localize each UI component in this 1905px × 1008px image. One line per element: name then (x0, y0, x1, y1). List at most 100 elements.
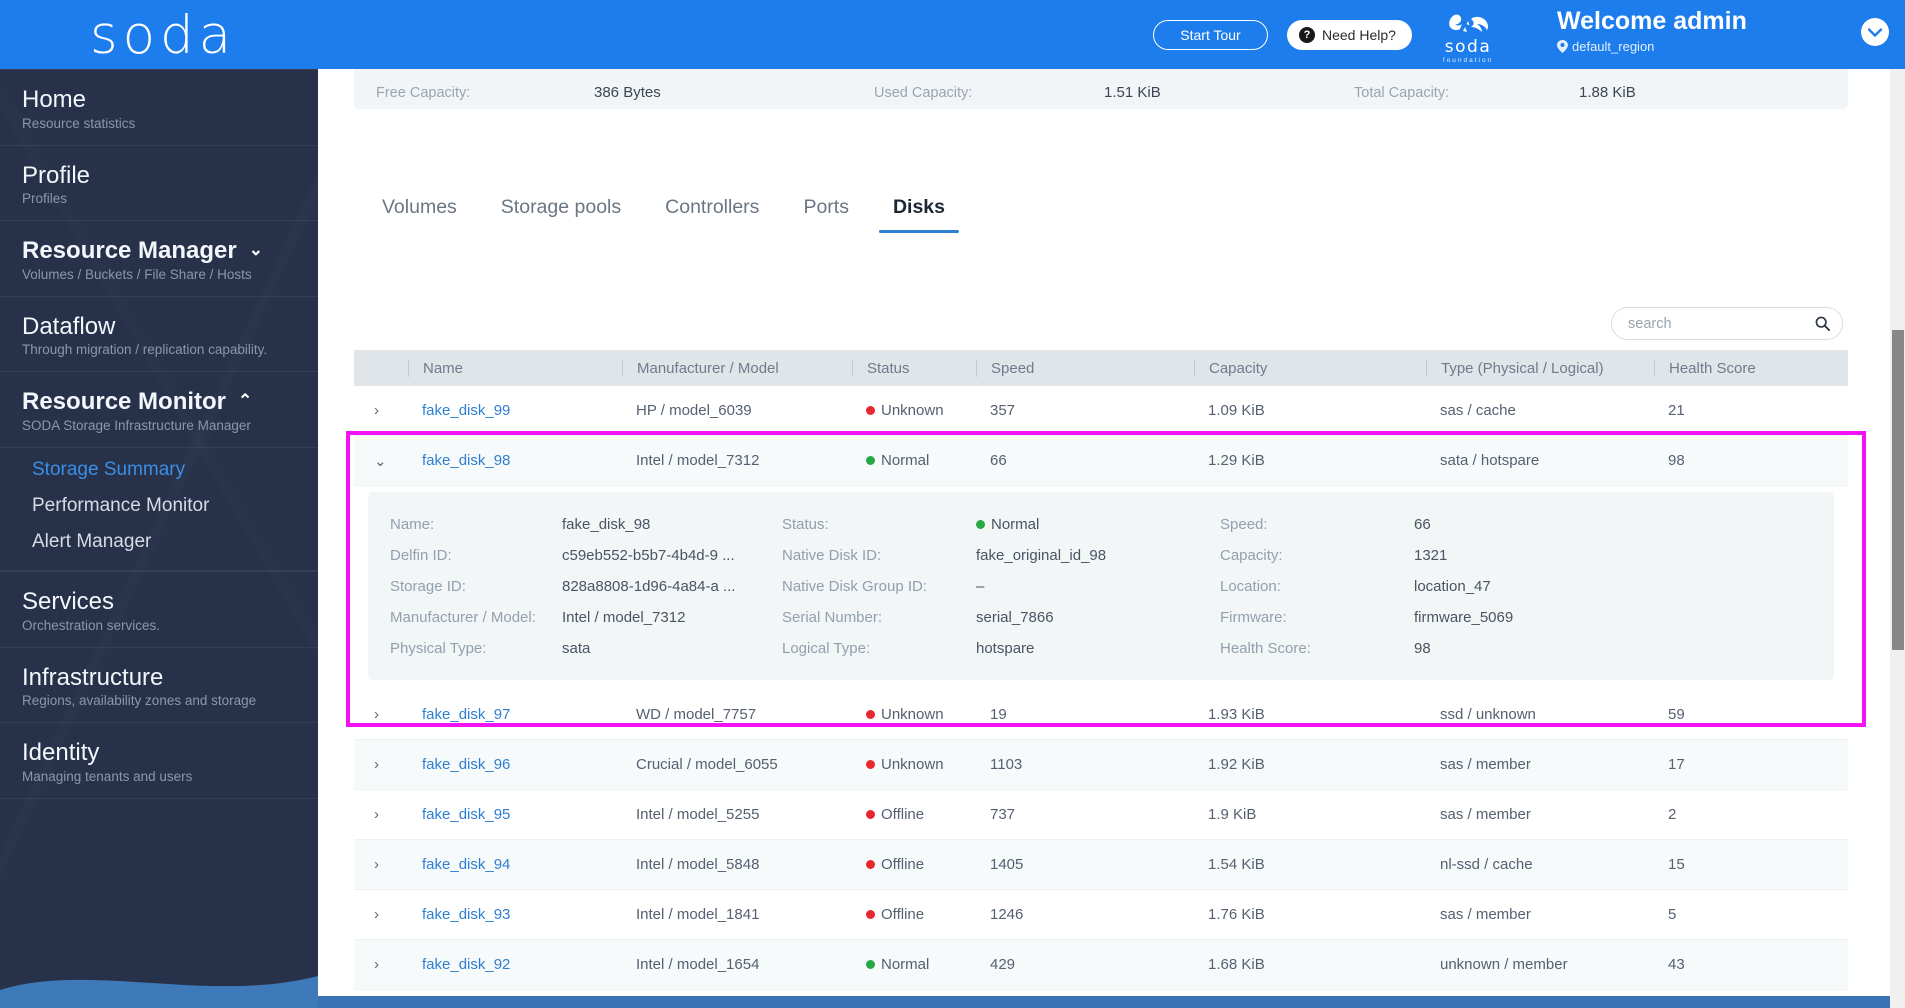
column-header-capacity[interactable]: Capacity (1194, 359, 1426, 377)
row-expand-chevron-right-icon[interactable]: › (354, 402, 408, 419)
tab-storage-pools[interactable]: Storage pools (479, 190, 643, 233)
disk-name-link[interactable]: fake_disk_97 (422, 706, 510, 723)
table-row[interactable]: › fake_disk_95 Intel / model_5255 Offline 73… (354, 790, 1848, 840)
row-expand-chevron-right-icon[interactable]: › (354, 756, 408, 773)
detail-value: 828a8808-1d96-4a84-a ... (562, 578, 736, 595)
sidebar-item-title: Identity (22, 739, 100, 767)
detail-value: c59eb552-b5b7-4b4d-9 ... (562, 547, 735, 564)
cell-name[interactable]: fake_disk_98 (408, 452, 622, 469)
tab-disks[interactable]: Disks (871, 190, 967, 233)
tab-controllers[interactable]: Controllers (643, 190, 781, 233)
disk-name-link[interactable]: fake_disk_94 (422, 856, 510, 873)
detail-value: fake_disk_98 (562, 516, 651, 533)
detail-label: Delfin ID: (390, 547, 452, 564)
table-body: › fake_disk_99 HP / model_6039 Unknown 357 1.… (354, 386, 1848, 1008)
cell-status: Unknown (852, 402, 976, 419)
column-header-status[interactable]: Status (852, 359, 976, 377)
cell-health-score: 98 (1668, 452, 1685, 469)
page-scrollbar-thumb[interactable] (1892, 330, 1904, 650)
detail-value: Intel / model_7312 (562, 609, 686, 626)
disk-name-link[interactable]: fake_disk_98 (422, 452, 510, 469)
disk-name-link[interactable]: fake_disk_96 (422, 756, 510, 773)
soda-logo[interactable]: soda (90, 5, 236, 66)
welcome-title: Welcome admin (1557, 7, 1747, 35)
cell-type: sas / member (1440, 906, 1531, 923)
cell-health-score: 5 (1668, 906, 1677, 923)
need-help-button[interactable]: ? Need Help? (1287, 20, 1412, 50)
top-header-bar: soda Start Tour ? Need Help? soda founda… (0, 0, 1905, 69)
sidebar-item-identity[interactable]: Identity Managing tenants and users (0, 723, 318, 799)
sidebar-item-profile[interactable]: Profile Profiles (0, 146, 318, 222)
soda-foundation-subword: foundation (1442, 57, 1494, 64)
table-row[interactable]: › fake_disk_96 Crucial / model_6055 Unknown… (354, 740, 1848, 790)
row-expand-chevron-down-icon[interactable]: ⌄ (354, 452, 408, 470)
cell-name[interactable]: fake_disk_92 (408, 956, 622, 973)
row-expand-chevron-right-icon[interactable]: › (354, 856, 408, 873)
sidebar-item-resource-manager[interactable]: Resource Manager ⌄ Volumes / Buckets / Fil… (0, 221, 318, 297)
sidebar-item-title: Resource Manager (22, 237, 237, 265)
column-header-type[interactable]: Type (Physical / Logical) (1426, 359, 1654, 377)
cell-status: Unknown (852, 706, 976, 723)
detail-value: – (976, 578, 985, 595)
column-header-health-score[interactable]: Health Score (1654, 359, 1848, 377)
cell-name[interactable]: fake_disk_94 (408, 856, 622, 873)
table-row[interactable]: › fake_disk_99 HP / model_6039 Unknown 357 1.… (354, 386, 1848, 436)
cell-manufacturer-model: WD / model_7757 (636, 706, 757, 723)
sidebar-subitem-alert-manager[interactable]: Alert Manager (0, 524, 318, 560)
sidebar-item-dataflow[interactable]: Dataflow Through migration / replication … (0, 297, 318, 373)
row-expand-chevron-right-icon[interactable]: › (354, 706, 408, 723)
detail-label: Storage ID: (390, 578, 466, 595)
user-menu-chevron-down-icon[interactable] (1861, 18, 1889, 46)
status-text: Unknown (881, 402, 944, 419)
cell-name[interactable]: fake_disk_97 (408, 706, 622, 723)
sidebar-wave-decoration (0, 976, 318, 1008)
sidebar-item-home[interactable]: Home Resource statistics (0, 69, 318, 146)
cell-name[interactable]: fake_disk_99 (408, 402, 622, 419)
table-row[interactable]: ⌄ fake_disk_98 Intel / model_7312 Normal 66 1… (354, 436, 1848, 486)
row-expand-chevron-right-icon[interactable]: › (354, 956, 408, 973)
disk-name-link[interactable]: fake_disk_99 (422, 402, 510, 419)
cell-name[interactable]: fake_disk_95 (408, 806, 622, 823)
tab-volumes[interactable]: Volumes (360, 190, 479, 233)
detail-label: Location: (1220, 578, 1281, 595)
row-expand-chevron-right-icon[interactable]: › (354, 906, 408, 923)
sidebar-subitem-storage-summary[interactable]: Storage Summary (0, 452, 318, 488)
disk-name-link[interactable]: fake_disk_95 (422, 806, 510, 823)
sidebar-chevron-down-icon[interactable]: ⌄ (249, 240, 263, 260)
sidebar-chevron-up-icon[interactable]: ⌃ (238, 391, 252, 411)
sidebar-item-resource-monitor[interactable]: Resource Monitor ⌃ SODA Storage Infrastruc… (0, 372, 318, 448)
disk-name-link[interactable]: fake_disk_92 (422, 956, 510, 973)
search-icon[interactable] (1815, 315, 1830, 332)
used-capacity-label: Used Capacity: (874, 85, 973, 101)
table-row[interactable]: › fake_disk_97 WD / model_7757 Unknown 19 1.9… (354, 690, 1848, 740)
start-tour-button[interactable]: Start Tour (1153, 20, 1268, 50)
table-row[interactable]: › fake_disk_94 Intel / model_5848 Offline 14… (354, 840, 1848, 890)
status-text: Offline (881, 856, 925, 873)
cell-health-score: 43 (1668, 956, 1685, 973)
sidebar-item-services[interactable]: Services Orchestration services. (0, 570, 318, 648)
bottom-footer-bar (318, 996, 1905, 1008)
column-header-manufacturer[interactable]: Manufacturer / Model (622, 359, 852, 377)
user-welcome: Welcome admin default_region (1557, 7, 1837, 54)
table-row[interactable]: › fake_disk_93 Intel / model_1841 Offline 12… (354, 890, 1848, 940)
detail-label: Manufacturer / Model: (390, 609, 536, 626)
cell-name[interactable]: fake_disk_96 (408, 756, 622, 773)
search-box[interactable] (1611, 307, 1843, 340)
row-expand-chevron-right-icon[interactable]: › (354, 806, 408, 823)
sidebar-subitem-performance-monitor[interactable]: Performance Monitor (0, 488, 318, 524)
sidebar-item-infrastructure[interactable]: Infrastructure Regions, availability zone… (0, 648, 318, 724)
disk-name-link[interactable]: fake_disk_93 (422, 906, 510, 923)
column-header-name[interactable]: Name (408, 359, 622, 377)
detail-label: Name: (390, 516, 435, 533)
cell-name[interactable]: fake_disk_93 (408, 906, 622, 923)
detail-col1-values: fake_disk_98 c59eb552-b5b7-4b4d-9 ... 828a… (562, 514, 782, 660)
tab-ports[interactable]: Ports (781, 190, 871, 233)
capacity-item-used: Used Capacity: 1.51 KiB (874, 84, 1354, 101)
soda-foundation-logo: soda foundation (1428, 6, 1508, 64)
capacity-summary-card: Free Capacity: 386 Bytes Used Capacity: … (354, 69, 1848, 109)
column-header-speed[interactable]: Speed (976, 359, 1194, 377)
search-input[interactable] (1628, 315, 1815, 332)
main-content: Free Capacity: 386 Bytes Used Capacity: … (318, 69, 1905, 1008)
table-row[interactable]: › fake_disk_92 Intel / model_1654 Normal 429… (354, 940, 1848, 990)
soda-foundation-word: soda (1444, 37, 1492, 57)
